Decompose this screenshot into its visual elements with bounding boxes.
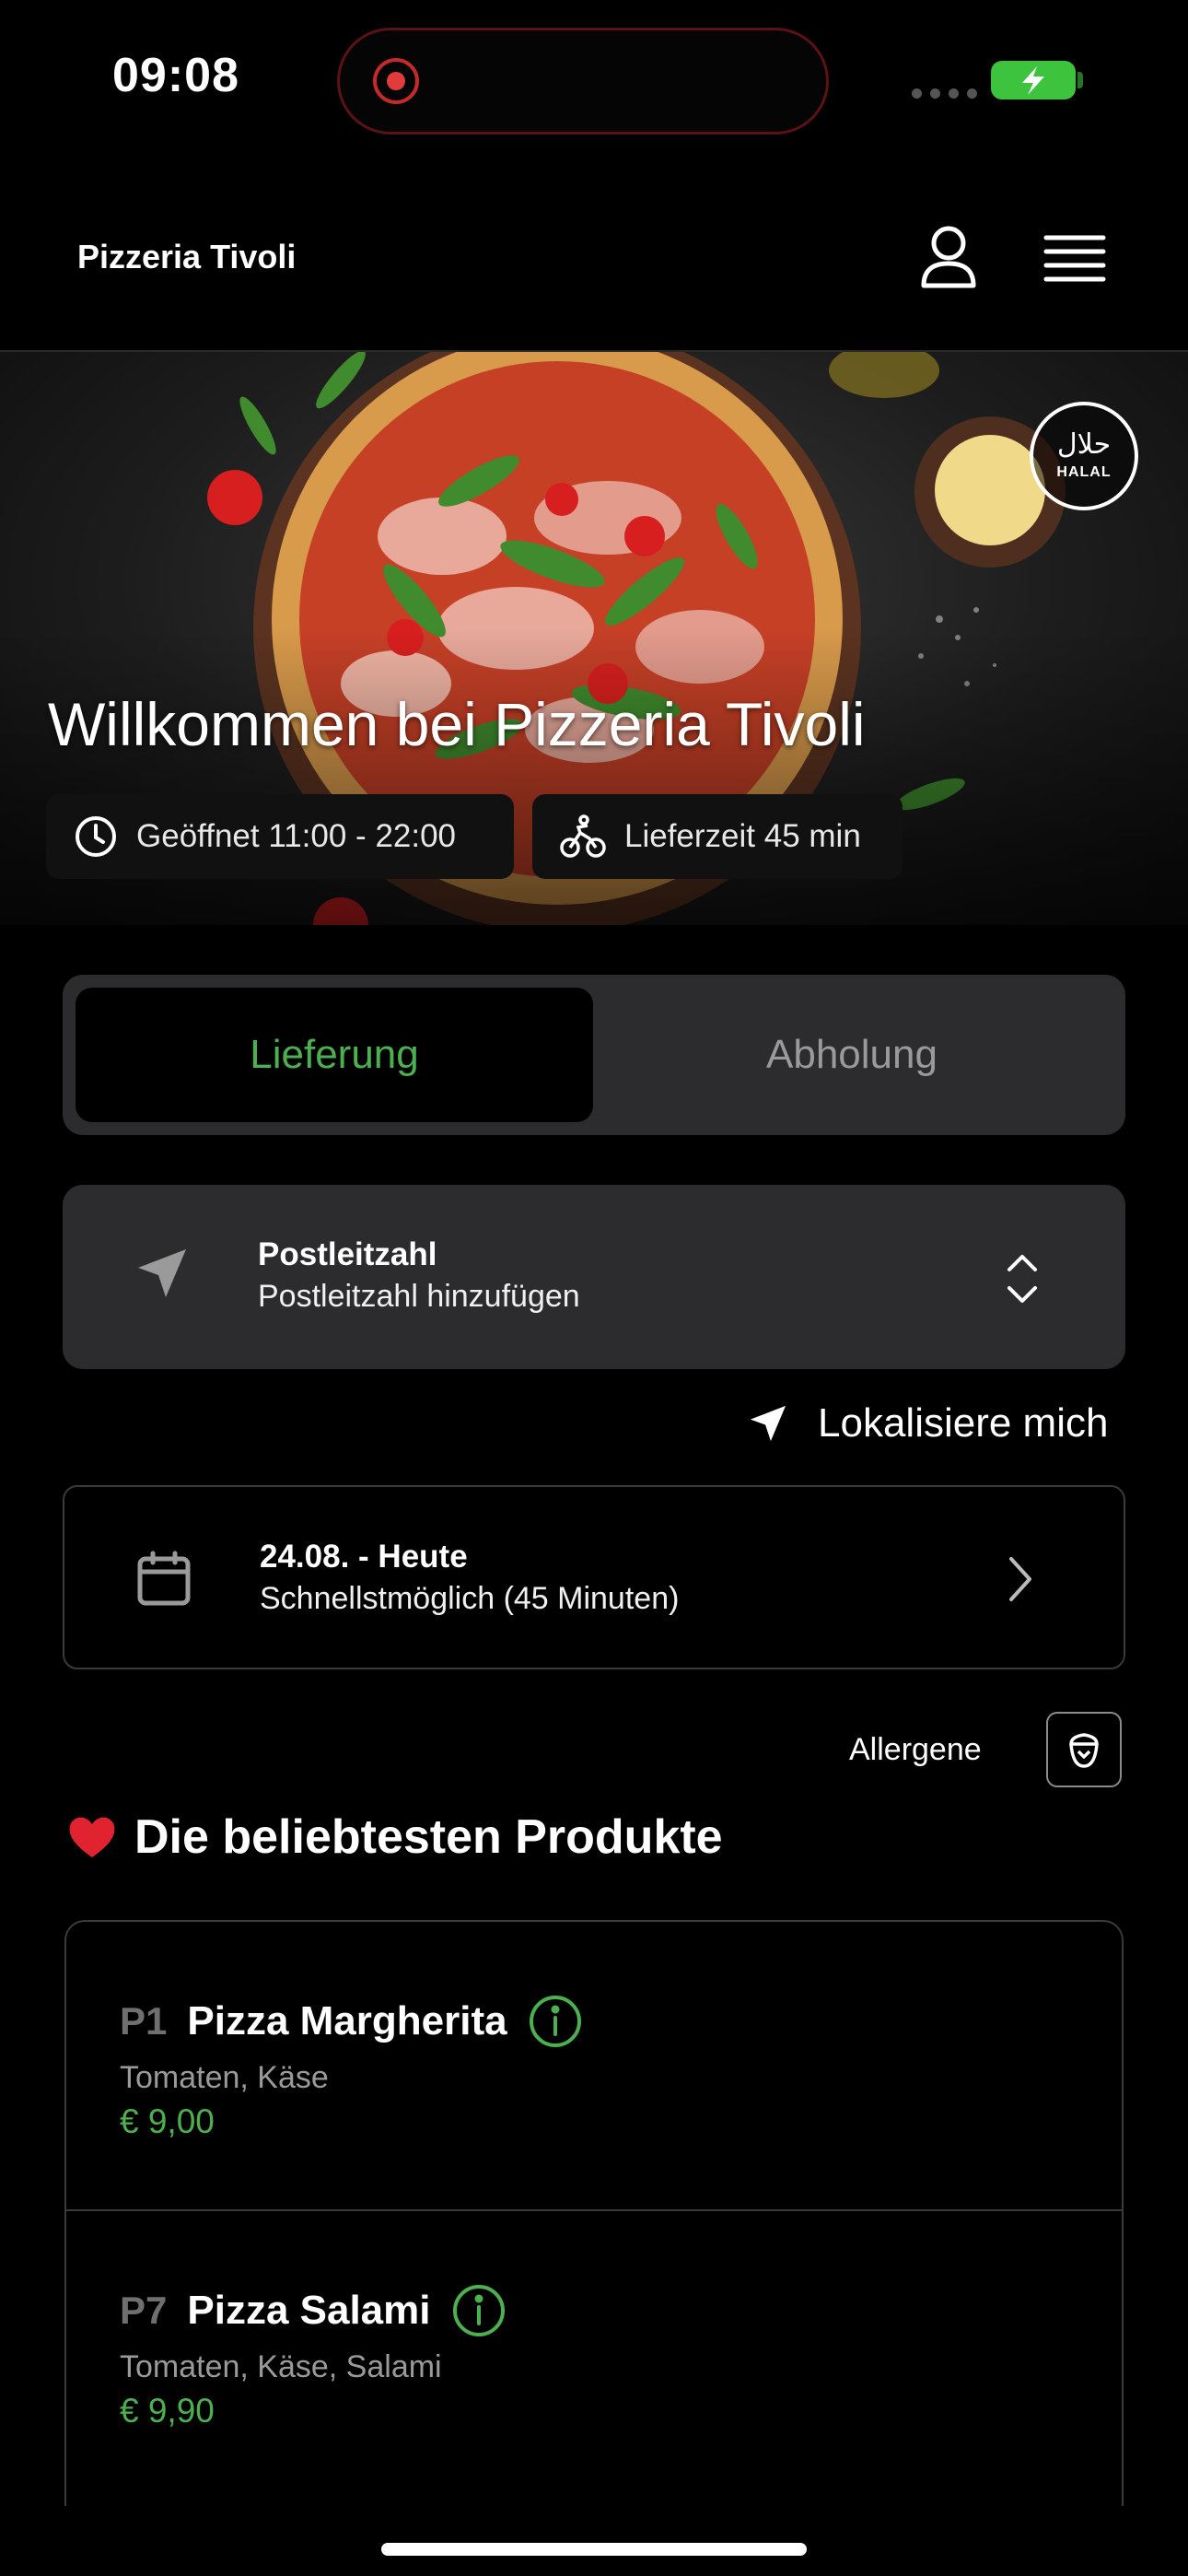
calendar-icon: [137, 1551, 191, 1606]
popular-products-heading: Die beliebtesten Produkte: [66, 1809, 723, 1865]
product-card[interactable]: P1 Pizza Margherita Tomaten, Käse € 9,00: [66, 1922, 1122, 2209]
battery-icon: [991, 61, 1076, 100]
chevron-right-icon: [1009, 1557, 1031, 1601]
chevron-up-down-icon: [1007, 1255, 1037, 1303]
postal-code-placeholder: Postleitzahl hinzufügen: [258, 1279, 580, 1314]
dynamic-island[interactable]: [337, 28, 829, 135]
locate-me-button[interactable]: Lokalisiere mich: [748, 1400, 1108, 1446]
clock-icon: [76, 816, 116, 857]
product-name: Pizza Salami: [187, 2288, 431, 2333]
locate-me-label: Lokalisiere mich: [818, 1400, 1109, 1446]
battery-tip: [1077, 72, 1083, 88]
section-title: Die beliebtesten Produkte: [134, 1810, 723, 1864]
halal-badge: حلال HALAL: [1030, 402, 1138, 510]
schedule-date: 24.08. - Heute: [260, 1539, 468, 1575]
postal-code-selector[interactable]: Postleitzahl Postleitzahl hinzufügen: [63, 1185, 1125, 1369]
halal-badge-label: HALAL: [1056, 464, 1112, 480]
product-code: P7: [120, 2289, 168, 2332]
schedule-time: Schnellstmöglich (45 Minuten): [260, 1581, 680, 1616]
status-time: 09:08: [112, 49, 239, 102]
halal-badge-arabic: حلال: [1056, 428, 1112, 461]
delivery-time-text: Lieferzeit 45 min: [624, 818, 861, 854]
allergen-icon: [1069, 1733, 1099, 1768]
tab-delivery[interactable]: Lieferung: [76, 988, 593, 1122]
bicycle-courier-icon: [560, 814, 606, 858]
allergens-label[interactable]: Allergene: [849, 1732, 982, 1768]
screen-recording-icon: [373, 58, 419, 104]
product-price: € 9,90: [120, 2392, 215, 2430]
product-code: P1: [120, 1999, 168, 2043]
brand-name[interactable]: Pizzeria Tivoli: [77, 238, 296, 276]
product-ingredients: Tomaten, Käse, Salami: [120, 2349, 442, 2384]
product-list: P1 Pizza Margherita Tomaten, Käse € 9,00…: [64, 1920, 1124, 2506]
product-ingredients: Tomaten, Käse: [120, 2060, 329, 2095]
opening-hours-text: Geöffnet 11:00 - 22:00: [136, 818, 457, 854]
location-arrow-icon: [750, 1405, 786, 1442]
info-icon[interactable]: [451, 2283, 507, 2338]
opening-hours-chip: Geöffnet 11:00 - 22:00: [46, 794, 514, 879]
product-price: € 9,00: [120, 2102, 215, 2140]
heart-icon: [69, 1817, 115, 1857]
delivery-schedule-selector[interactable]: 24.08. - Heute Schnellstmöglich (45 Minu…: [63, 1485, 1125, 1669]
postal-code-title: Postleitzahl: [258, 1236, 437, 1272]
location-arrow-icon: [138, 1249, 186, 1297]
signal-icon: [912, 88, 977, 99]
info-icon[interactable]: [528, 1994, 583, 2049]
delivery-time-chip: Lieferzeit 45 min: [532, 794, 903, 879]
allergens-button[interactable]: [1046, 1712, 1122, 1787]
delivery-mode-toggle: Lieferung Abholung: [63, 975, 1125, 1135]
user-icon[interactable]: [917, 225, 980, 296]
hamburger-menu-icon[interactable]: [1042, 232, 1107, 290]
hero-title: Willkommen bei Pizzeria Tivoli: [48, 690, 866, 758]
product-name: Pizza Margherita: [187, 1998, 507, 2043]
tab-pickup[interactable]: Abholung: [593, 988, 1111, 1122]
home-indicator[interactable]: [381, 2543, 807, 2556]
product-card[interactable]: P7 Pizza Salami Tomaten, Käse, Salami € …: [66, 2209, 1122, 2499]
